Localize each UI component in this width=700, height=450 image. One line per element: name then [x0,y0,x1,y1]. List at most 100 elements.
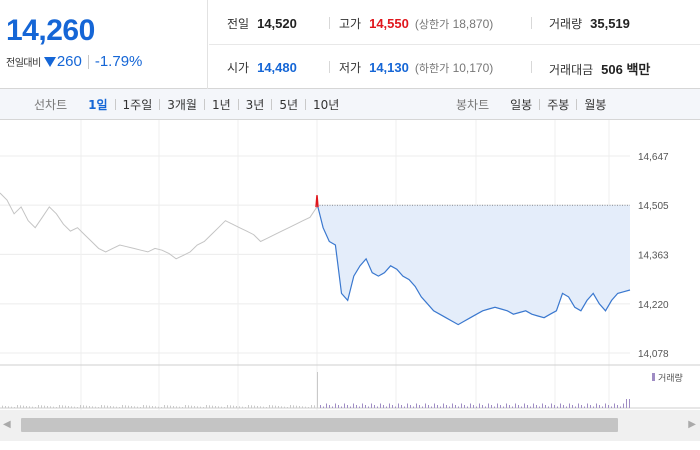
volume-bar [584,406,585,408]
volume-bar [461,403,462,408]
volume-bar [65,405,66,408]
change-label: 전일대비 [6,58,41,69]
volume-bar [488,403,489,408]
tab-5y[interactable]: 5년 [272,96,305,113]
volume-bar [527,405,528,408]
volume-bar [557,406,558,408]
volume-bar [293,405,294,408]
scrollbar-thumb[interactable] [21,418,618,432]
volume-bar [113,406,114,408]
volume-bar [608,405,609,408]
volume-bar [32,406,33,408]
volume-bar [578,403,579,408]
volume-bar [59,405,60,408]
volume-bar [11,406,12,408]
divider [531,17,532,29]
volume-bar [62,405,63,408]
line-chart-group-label: 선차트 [34,98,68,112]
volume-bar [335,403,336,408]
volume-bar [539,406,540,408]
stat-label: 시가 [227,61,250,75]
volume-bar [197,406,198,408]
volume-bar [146,405,147,408]
volume-bar [296,405,297,408]
chart-scrollbar[interactable]: ◀ ▶ [0,410,700,441]
stat-prev-close: 전일 14,520 [227,15,297,32]
volume-bar [191,405,192,408]
scroll-left-icon[interactable]: ◀ [3,419,11,430]
volume-bar [53,406,54,408]
volume-bar [29,406,30,408]
volume-bar [287,407,288,408]
stat-label: 거래대금 [549,63,594,77]
volume-bar [20,405,21,408]
volume-bar [425,403,426,408]
volume-bar [515,403,516,408]
volume-bar [227,405,228,408]
volume-bar [218,406,219,408]
tab-1w[interactable]: 1주일 [116,96,160,113]
volume-bar [2,405,3,408]
volume-bar [209,405,210,408]
volume-bar [380,403,381,408]
y-tick-label: 14,505 [638,201,669,212]
price-chart[interactable]: 14,647 14,505 14,363 14,220 14,078 거래량 [0,120,700,410]
volume-bar [182,407,183,408]
volume-bar [530,406,531,408]
tab-weekly[interactable]: 주봉 [540,96,576,113]
volume-bar [410,405,411,408]
divider [531,61,532,73]
volume-bar [443,403,444,408]
stat-trade-value: 거래대금 506 백만 [549,59,650,78]
volume-bar [23,405,24,408]
volume-bar [98,407,99,408]
volume-bar [71,406,72,408]
stat-open: 시가 14,480 [227,59,297,76]
volume-bar [308,407,309,408]
tab-1d[interactable]: 1일 [81,96,114,113]
volume-bar [398,403,399,408]
stat-value: 35,519 [590,16,630,31]
down-triangle-icon [43,56,56,67]
stat-label: 고가 [339,17,362,31]
volume-bar [560,403,561,408]
stat-sub-label: 상한가 [418,18,450,31]
volume-bar [428,405,429,408]
tab-10y[interactable]: 10년 [306,96,346,113]
tab-daily[interactable]: 일봉 [503,96,539,113]
tab-3m[interactable]: 3개월 [160,96,204,113]
volume-bar [548,406,549,408]
candle-chart-tabs: 봉차트 일봉 주봉 월봉 [456,96,613,113]
volume-bar [590,405,591,408]
volume-bar [161,407,162,408]
volume-bar [44,405,45,408]
volume-bar [215,406,216,408]
volume-bar [188,405,189,408]
volume-bar [365,405,366,408]
volume-bar [74,406,75,408]
tab-monthly[interactable]: 월봉 [577,96,613,113]
tab-1y[interactable]: 1년 [205,96,238,113]
volume-legend-label: 거래량 [658,372,683,384]
volume-bar [35,407,36,408]
volume-bar [92,406,93,408]
volume-bar [248,405,249,408]
change-rate: -1.79% [94,53,143,70]
y-tick-label: 14,363 [638,250,669,261]
volume-bar [344,403,345,408]
volume-bar [383,405,384,408]
scroll-right-icon[interactable]: ▶ [688,419,696,430]
volume-bar [221,406,222,408]
stat-label: 전일 [227,17,250,31]
tab-3y[interactable]: 3년 [239,96,272,113]
volume-bar [164,405,165,408]
volume-bar [446,405,447,408]
volume-bar [212,405,213,408]
volume-bar [545,405,546,408]
volume-bar [575,406,576,408]
volume-bar [80,405,81,408]
volume-bar [251,405,252,408]
volume-bar [272,405,273,408]
volume-bar [389,403,390,408]
volume-bar [563,405,564,408]
